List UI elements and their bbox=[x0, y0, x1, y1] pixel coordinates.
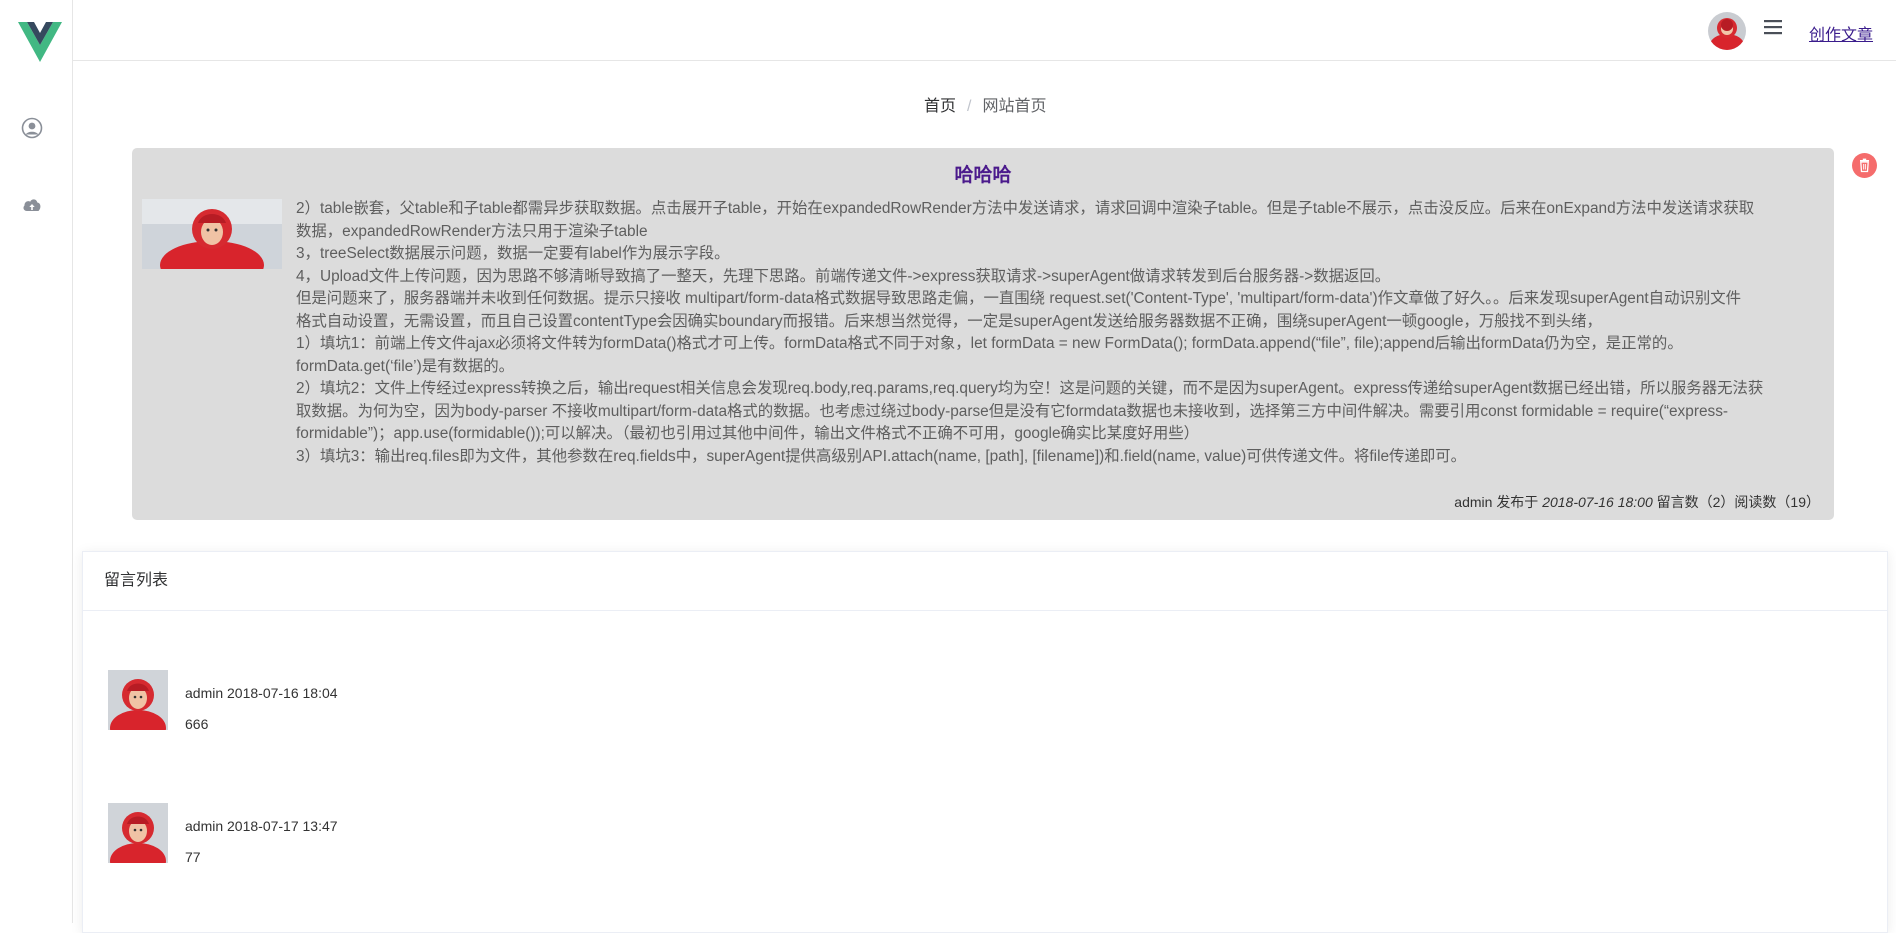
comment-avatar bbox=[108, 670, 168, 730]
article-paragraph: 4，Upload文件上传问题，因为思路不够清晰导致搞了一整天，先理下思路。前端传… bbox=[296, 267, 1391, 285]
article-date: 2018-07-16 18:00 bbox=[1542, 494, 1653, 510]
sidebar bbox=[0, 0, 73, 923]
article-meta: admin 发布于 2018-07-16 18:00 留言数（2）阅读数（19） bbox=[1454, 492, 1820, 512]
hamburger-menu-icon[interactable] bbox=[1764, 18, 1784, 36]
article-paragraph: 3，treeSelect数据展示问题，数据一定要有label作为展示字段。 bbox=[296, 245, 730, 262]
article-paragraph: formidable”)；app.use(formidable());可以解决。… bbox=[296, 425, 1200, 442]
article-paragraph: 2）table嵌套，父table和子table都需异步获取数据。点击展开子tab… bbox=[296, 200, 1755, 217]
breadcrumb-separator: / bbox=[967, 98, 972, 115]
cloud-upload-icon[interactable] bbox=[21, 193, 43, 215]
comment-text: 666 bbox=[185, 716, 209, 732]
article-body: 2）table嵌套，父table和子table都需异步获取数据。点击展开子tab… bbox=[296, 198, 1826, 468]
breadcrumb: 首页 / 网站首页 bbox=[924, 92, 1046, 116]
vue-logo[interactable] bbox=[18, 22, 62, 64]
article-title[interactable]: 哈哈哈 bbox=[132, 160, 1834, 187]
article-paragraph: 格式自动设置，无需设置，而且自己设置contentType会因确实boundar… bbox=[296, 312, 1602, 330]
trash-icon bbox=[1860, 158, 1869, 173]
article-paragraph: 1）填坑1：前端上传文件ajax必须将文件转为formData()格式才可上传。… bbox=[296, 335, 1683, 352]
breadcrumb-home[interactable]: 首页 bbox=[924, 98, 956, 115]
article-paragraph: 2）填坑2：文件上传经过express转换之后，输出request相关信息会发现… bbox=[296, 380, 1764, 397]
top-bar: 创作文章 bbox=[73, 0, 1896, 61]
article-paragraph: 3）填坑3：输出req.files即为文件，其他参数在req.fields中，s… bbox=[296, 447, 1467, 465]
comment-author-date: admin 2018-07-17 13:47 bbox=[185, 818, 338, 834]
article-paragraph: 但是问题来了，服务器端并未收到任何数据。提示只接收 multipart/form… bbox=[296, 290, 1742, 307]
comment-text: 77 bbox=[185, 849, 201, 865]
article-author: admin bbox=[1454, 494, 1493, 510]
comments-card: 留言列表 admin 2018-07-16 18:04 666 admin 20… bbox=[82, 551, 1888, 933]
article-paragraph: 取数据。为何为空，因为body-parser 不接收multipart/form… bbox=[296, 402, 1729, 420]
user-avatar[interactable] bbox=[1708, 12, 1746, 50]
comment-avatar bbox=[108, 803, 168, 863]
article-image bbox=[142, 199, 282, 269]
user-circle-icon[interactable] bbox=[21, 117, 43, 139]
delete-article-button[interactable] bbox=[1852, 153, 1877, 178]
breadcrumb-current: 网站首页 bbox=[982, 98, 1047, 115]
comment-author-date: admin 2018-07-16 18:04 bbox=[185, 685, 338, 701]
article-paragraph: 数据，expandedRowRender方法只用于渲染子table bbox=[296, 222, 648, 240]
comments-header: 留言列表 bbox=[83, 552, 1887, 611]
article-posted-label: 发布于 bbox=[1496, 494, 1539, 510]
create-article-link[interactable]: 创作文章 bbox=[1809, 21, 1873, 45]
article-stats: 留言数（2）阅读数（19） bbox=[1656, 494, 1820, 510]
article-paragraph: formData.get(‘file’)是有数据的。 bbox=[296, 357, 515, 375]
article-card: 哈哈哈 2）table嵌套，父table和子table都需异步获取数据。点击展开… bbox=[132, 148, 1834, 520]
